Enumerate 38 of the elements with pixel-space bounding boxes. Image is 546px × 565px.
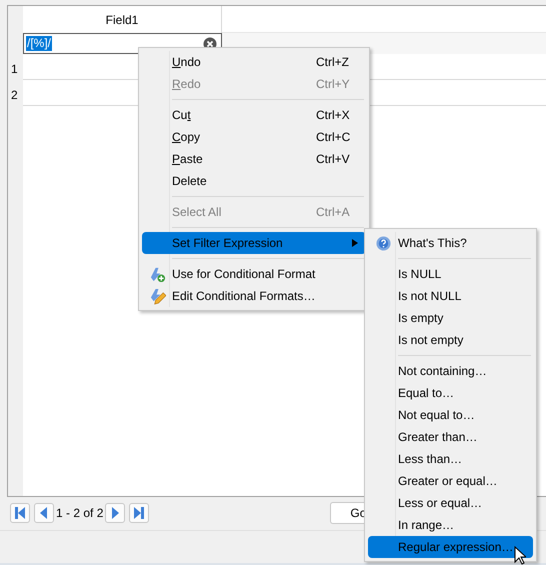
menu-item[interactable]: Undo Ctrl+Z — [142, 51, 366, 73]
filter-value: /[%]/ — [26, 36, 52, 51]
menu-item[interactable]: Delete — [142, 170, 366, 192]
menu-item[interactable]: Is not empty — [368, 329, 533, 351]
next-icon — [109, 506, 122, 520]
format-add-icon — [148, 266, 166, 282]
page-range: 1 - 2 of 2 — [56, 506, 104, 520]
menu-item[interactable]: Edit Conditional Formats… — [142, 285, 366, 307]
last-page-button[interactable] — [129, 503, 150, 523]
menu-item[interactable]: Use for Conditional Format — [142, 263, 366, 285]
row-number: 2 — [10, 86, 19, 104]
previous-page-button[interactable] — [34, 503, 54, 523]
menu-item[interactable]: What's This? — [368, 232, 533, 254]
help-icon — [376, 236, 390, 250]
menu-item[interactable]: Is not NULL — [368, 285, 533, 307]
menu-item[interactable]: Less than… — [368, 448, 533, 470]
row-number: 1 — [10, 60, 19, 78]
menu-item[interactable]: Paste Ctrl+V — [142, 148, 366, 170]
menu-item[interactable]: Is NULL — [368, 263, 533, 285]
first-page-button[interactable] — [10, 503, 30, 523]
menu-item[interactable]: Equal to… — [368, 382, 533, 404]
menu-item[interactable]: Is empty — [368, 307, 533, 329]
menu-item[interactable]: Cut Ctrl+X — [142, 104, 366, 126]
last-page-icon — [133, 506, 146, 520]
menu-item[interactable]: Greater than… — [368, 426, 533, 448]
menu-item[interactable]: Greater or equal… — [368, 470, 533, 492]
menu-item[interactable]: In range… — [368, 514, 533, 536]
menu-item[interactable]: Not equal to… — [368, 404, 533, 426]
menu-item[interactable]: Copy Ctrl+C — [142, 126, 366, 148]
menu-item[interactable]: Less or equal… — [368, 492, 533, 514]
previous-icon — [38, 506, 50, 520]
next-page-button[interactable] — [105, 503, 126, 523]
menu-item[interactable]: Set Filter Expression — [142, 232, 366, 254]
first-page-icon — [14, 506, 26, 520]
menu-item[interactable]: Not containing… — [368, 360, 533, 382]
menu-item[interactable]: Regular expression… — [368, 536, 533, 558]
format-edit-icon — [148, 288, 166, 304]
mouse-cursor-icon — [514, 546, 526, 565]
